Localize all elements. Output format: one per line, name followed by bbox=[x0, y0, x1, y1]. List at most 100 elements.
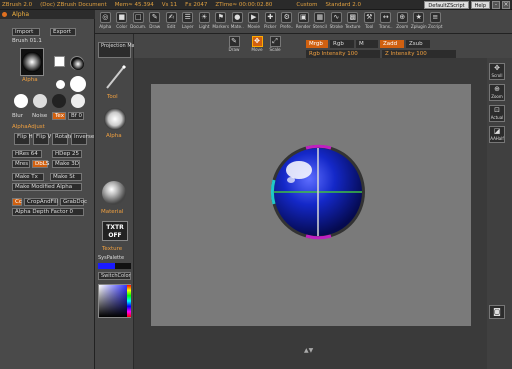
menu-edit-button[interactable]: ✍ Edit bbox=[163, 10, 180, 34]
bottom-arrows-icon[interactable]: ▲▼ bbox=[304, 347, 313, 354]
alpha-small-dot[interactable] bbox=[56, 80, 65, 89]
scroll-button[interactable]: ✥ Scroll bbox=[489, 63, 505, 80]
alpha-circle-1[interactable] bbox=[14, 94, 28, 108]
alpha-round-dark[interactable] bbox=[70, 56, 84, 70]
color-swatches[interactable] bbox=[98, 263, 131, 269]
move-icon: ✥ bbox=[251, 36, 263, 47]
menu-trans-button[interactable]: ↔ Trans.. bbox=[378, 10, 395, 34]
menu-label: Layer bbox=[181, 24, 194, 29]
rgb-intensity-slider[interactable]: Rgb Intensity 100 bbox=[306, 50, 380, 58]
actual-button[interactable]: ⊡ Actual bbox=[489, 105, 505, 122]
make-modified-alpha-button[interactable]: Make Modified Alpha bbox=[12, 183, 82, 191]
alpha-depth-factor-slider[interactable]: Alpha Depth Factor 0 bbox=[12, 208, 84, 216]
rotate-button[interactable]: Rotate bbox=[52, 133, 73, 145]
material-preview[interactable] bbox=[101, 179, 127, 207]
zadd-button[interactable]: Zadd bbox=[380, 40, 404, 48]
custom-label[interactable]: Custom bbox=[296, 2, 317, 8]
menu-zplugin-button[interactable]: ★ Zplugin bbox=[411, 10, 428, 34]
tex-button[interactable]: Tex bbox=[52, 112, 66, 120]
menu-draw-button[interactable]: ✎ Draw bbox=[147, 10, 164, 34]
make-tx-button[interactable]: Make Tx bbox=[12, 173, 44, 181]
grabdoc-button[interactable]: GrabDoc bbox=[60, 198, 87, 206]
dbls-button[interactable]: DbLS bbox=[32, 160, 49, 168]
scale-mode-button[interactable]: ⤢ Scale bbox=[268, 36, 282, 54]
menu-markers-button[interactable]: ⚑ Markers bbox=[212, 10, 229, 34]
menu-prefe-button[interactable]: ⚙ Prefe.. bbox=[279, 10, 296, 34]
color-picker[interactable] bbox=[98, 284, 131, 318]
menu-stroke-button[interactable]: ∿ Stroke bbox=[328, 10, 345, 34]
menu-picker-button[interactable]: ✚ Picker bbox=[262, 10, 279, 34]
picker-icon: ✚ bbox=[264, 12, 276, 23]
aahalf-button[interactable]: ◪ AAHalf bbox=[489, 126, 505, 143]
tool-thumbnail[interactable] bbox=[103, 64, 127, 92]
alpha-burst-icon[interactable] bbox=[71, 94, 85, 108]
camera-button[interactable]: ◙ bbox=[489, 305, 505, 319]
menu-render-button[interactable]: ▣ Render bbox=[295, 10, 312, 34]
hres-slider[interactable]: HRes 64 bbox=[12, 150, 42, 158]
menu-alpha-button[interactable]: ◎ Alpha bbox=[97, 10, 114, 34]
mrgb-button[interactable]: Mrgb bbox=[306, 40, 328, 48]
minimize-icon[interactable]: - bbox=[492, 1, 500, 9]
rgb-button[interactable]: Rgb bbox=[330, 40, 354, 48]
help-button[interactable]: Help bbox=[470, 1, 490, 9]
standard-label[interactable]: Standard 2.0 bbox=[325, 2, 361, 8]
vs-readout: Vs 11 bbox=[161, 1, 178, 8]
make-3d-button[interactable]: Make 3D bbox=[52, 160, 80, 168]
move-mode-button[interactable]: ✥ Move bbox=[250, 36, 264, 54]
alpha-palette-header[interactable]: Alpha bbox=[0, 10, 95, 19]
menu-zscript-button[interactable]: ≡ Zscript bbox=[427, 10, 444, 34]
bf-slider[interactable]: Bf 0 bbox=[68, 112, 84, 120]
hue-strip[interactable] bbox=[127, 285, 131, 317]
prefe-icon: ⚙ bbox=[281, 12, 293, 23]
menu-label: Render bbox=[295, 24, 311, 29]
secondary-color-swatch[interactable] bbox=[114, 263, 131, 269]
zsub-button[interactable]: Zsub bbox=[406, 40, 430, 48]
zoom-button[interactable]: ⊕ Zoom bbox=[489, 84, 505, 101]
alpha-thumbnail[interactable] bbox=[20, 48, 44, 76]
menu-zoom-button[interactable]: ⊕ Zoom bbox=[394, 10, 411, 34]
menu-tool-button[interactable]: ⚒ Tool bbox=[361, 10, 378, 34]
menu-texture-button[interactable]: ▩ Texture bbox=[345, 10, 362, 34]
close-icon[interactable]: × bbox=[502, 1, 510, 9]
cc-button[interactable]: Cc bbox=[12, 198, 22, 206]
menu-docum-button[interactable]: □ Docum. bbox=[130, 10, 147, 34]
gyro-cyan-arc[interactable] bbox=[270, 179, 276, 205]
crop-and-fill-button[interactable]: CropAndFill bbox=[24, 198, 58, 206]
projection-master-button[interactable]: Projection Master bbox=[98, 42, 144, 58]
alphaadjust-label[interactable]: AlphaAdjust bbox=[12, 124, 45, 130]
default-zscript-button[interactable]: DefaultZScript bbox=[424, 1, 469, 9]
alpha-square[interactable] bbox=[54, 56, 65, 67]
noise-label[interactable]: Noise bbox=[32, 113, 47, 119]
alpha-swirl-icon[interactable] bbox=[52, 94, 66, 108]
menu-color-button[interactable]: ■ Color bbox=[114, 10, 131, 34]
menu-label: Stencil bbox=[312, 24, 327, 29]
flip-v-button[interactable]: Flip V bbox=[33, 133, 51, 145]
menu-light-button[interactable]: ☀ Light bbox=[196, 10, 213, 34]
z-intensity-slider[interactable]: Z Intensity 100 bbox=[382, 50, 456, 58]
alpha-large-dot[interactable] bbox=[70, 76, 86, 92]
menu-label: Zscript bbox=[427, 24, 443, 29]
menu-movie-button[interactable]: ▶ Movie bbox=[246, 10, 263, 34]
draw-mode-button[interactable]: ✎ Draw bbox=[227, 36, 241, 54]
m-button[interactable]: M bbox=[356, 40, 378, 48]
alpha-preview[interactable] bbox=[103, 106, 127, 132]
invert-button[interactable]: Inverse bbox=[71, 133, 94, 145]
document-canvas[interactable] bbox=[151, 84, 471, 326]
make-st-button[interactable]: Make St bbox=[50, 173, 82, 181]
import-button[interactable]: Import bbox=[12, 28, 40, 36]
texture-off-button[interactable]: TXTR OFF bbox=[102, 221, 128, 241]
mres-button[interactable]: Mres bbox=[12, 160, 30, 168]
menu-layer-button[interactable]: ☰ Layer bbox=[180, 10, 197, 34]
menu-stencil-button[interactable]: ▦ Stencil bbox=[312, 10, 329, 34]
alpha-thumb-label: Alpha bbox=[22, 77, 38, 83]
export-button[interactable]: Export bbox=[50, 28, 76, 36]
sphere-model[interactable] bbox=[151, 84, 471, 326]
switch-color-button[interactable]: SwitchColor bbox=[98, 272, 131, 280]
menu-mate-button[interactable]: ● Mate.. bbox=[229, 10, 246, 34]
blur-label[interactable]: Blur bbox=[12, 113, 23, 119]
menu-label: Stroke bbox=[329, 24, 343, 29]
hdep-slider[interactable]: HDep 25 bbox=[52, 150, 82, 158]
main-color-swatch[interactable] bbox=[98, 263, 115, 269]
flip-h-button[interactable]: Flip H bbox=[14, 133, 33, 145]
alpha-star-icon[interactable] bbox=[33, 94, 47, 108]
